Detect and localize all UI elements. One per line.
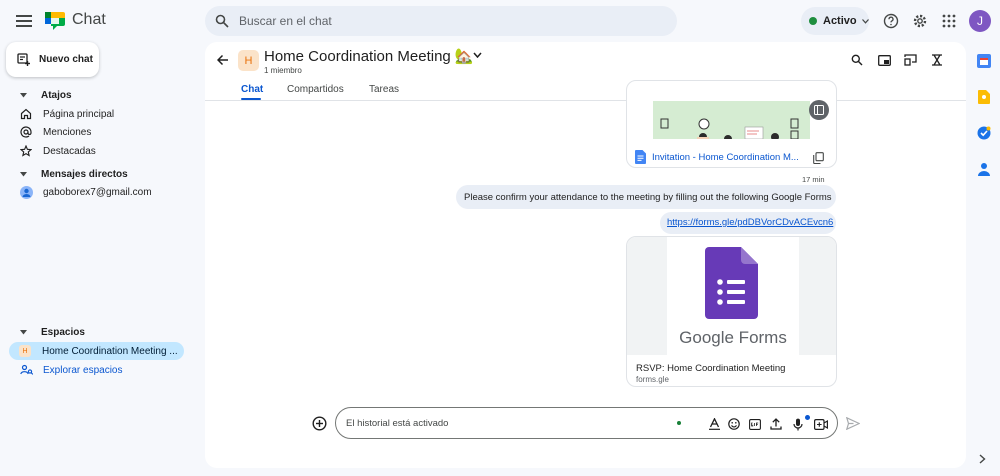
spaces-title: Espacios [41, 327, 85, 338]
present-screen-icon[interactable] [903, 53, 917, 67]
new-chat-icon [17, 53, 30, 66]
room-initial: H [244, 54, 253, 67]
notification-dot [805, 415, 810, 420]
document-menu-icon[interactable] [809, 100, 829, 120]
sidebar-item-label: Destacadas [43, 145, 96, 157]
document-title[interactable]: Invitation - Home Coordination M... [652, 152, 799, 163]
side-panel-expand-chevron-icon[interactable] [979, 454, 986, 464]
app-title: Chat [72, 11, 106, 28]
account-avatar[interactable]: J [969, 10, 991, 32]
status-dot [809, 17, 817, 25]
space-avatar: H [19, 345, 31, 357]
composer-input[interactable]: El historial está activado [346, 418, 448, 429]
preview-domain: forms.gle [636, 375, 669, 384]
threads-icon[interactable] [930, 53, 944, 67]
status-selector[interactable]: Activo [801, 7, 869, 35]
document-thumbnail [653, 101, 810, 139]
message-bubble: Please confirm your attendance to the me… [456, 185, 836, 209]
side-panel-keep-icon[interactable] [978, 90, 990, 104]
sidebar-item-label: Menciones [43, 126, 92, 138]
tab-shared[interactable]: Compartidos [287, 84, 344, 95]
at-sign-icon [19, 126, 33, 138]
caret-down-icon [20, 172, 27, 177]
room-avatar: H [238, 50, 259, 71]
message-link[interactable]: https://forms.gle/pdDBVorCDvACEvcn6 [667, 217, 833, 228]
search-input[interactable]: Buscar en el chat [239, 14, 332, 28]
spaces-section-toggle[interactable]: Espacios [20, 327, 85, 338]
star-icon [19, 145, 33, 157]
copy-icon[interactable] [813, 152, 824, 164]
room-member-count[interactable]: 1 miembro [264, 66, 302, 75]
explore-spaces-label: Explorar espacios [43, 364, 123, 376]
direct-messages-title: Mensajes directos [41, 169, 128, 180]
google-forms-icon [705, 247, 758, 319]
side-panel-tasks-icon[interactable] [977, 126, 991, 140]
preview-brand-text: Google Forms [679, 328, 787, 347]
message-text: Please confirm your attendance to the me… [464, 192, 832, 203]
tab-chat[interactable]: Chat [241, 84, 263, 95]
space-initial: H [22, 347, 28, 355]
tab-tasks[interactable]: Tareas [369, 84, 399, 95]
room-menu-chevron-icon[interactable] [473, 52, 482, 58]
sidebar-item-mentions[interactable]: Menciones [19, 126, 91, 138]
chevron-down-icon [861, 18, 869, 24]
sidebar-item-home[interactable]: Página principal [19, 108, 114, 120]
message-timestamp: 17 min [802, 175, 825, 184]
search-in-chat-icon[interactable] [850, 53, 864, 67]
message-composer[interactable]: El historial está activado [335, 407, 838, 439]
link-preview-card[interactable]: Google Forms RSVP: Home Coordination Mee… [626, 236, 837, 387]
settings-icon[interactable] [911, 12, 929, 30]
explore-spaces-link[interactable]: Explorar espacios [19, 364, 122, 376]
open-in-popup-icon[interactable] [877, 53, 891, 67]
search-icon[interactable] [215, 14, 229, 28]
room-title[interactable]: Home Coordination Meeting 🏡 [264, 47, 474, 65]
top-bar: Chat Buscar en el chat Activo J [0, 0, 1000, 42]
sidebar-item-starred[interactable]: Destacadas [19, 145, 96, 157]
gif-icon[interactable] [748, 417, 762, 431]
main-menu-icon[interactable] [14, 12, 34, 30]
sidebar-item-label: Página principal [43, 108, 115, 120]
text-format-icon[interactable] [707, 417, 721, 431]
direct-messages-section-toggle[interactable]: Mensajes directos [20, 169, 128, 180]
help-icon[interactable] [882, 12, 900, 30]
shortcuts-title: Atajos [41, 90, 72, 101]
composer-status-dot [677, 421, 681, 425]
user-avatar-icon [19, 186, 33, 199]
preview-title[interactable]: RSVP: Home Coordination Meeting [636, 363, 785, 374]
add-attachment-icon[interactable] [311, 415, 327, 431]
upload-file-icon[interactable] [769, 417, 783, 431]
document-attachment-card[interactable]: Invitation - Home Coordination M... [626, 80, 837, 168]
side-panel-contacts-icon[interactable] [978, 162, 990, 176]
caret-down-icon [20, 93, 27, 98]
back-arrow-icon[interactable] [215, 52, 231, 68]
home-icon [19, 108, 33, 120]
sidebar-item-label: Home Coordination Meeting ... [42, 345, 178, 357]
link-bubble: https://forms.gle/pdDBVorCDvACEvcn6 [660, 212, 836, 234]
emoji-icon[interactable] [727, 417, 741, 431]
apps-grid-icon[interactable] [940, 12, 958, 30]
chat-panel: H Home Coordination Meeting 🏡 1 miembro … [205, 42, 966, 468]
send-icon[interactable] [845, 415, 861, 431]
tabs-divider [205, 100, 966, 101]
chat-logo-icon[interactable] [44, 10, 66, 32]
new-chat-button[interactable]: Nuevo chat [6, 42, 99, 77]
microphone-icon[interactable] [791, 417, 805, 431]
caret-down-icon [20, 330, 27, 335]
status-label: Activo [823, 15, 857, 27]
account-initial: J [977, 14, 983, 28]
sidebar-item-space[interactable]: H Home Coordination Meeting ... [9, 342, 184, 360]
video-meeting-icon[interactable] [813, 417, 829, 431]
side-panel-calendar-icon[interactable] [977, 54, 991, 68]
new-chat-label: Nuevo chat [39, 54, 93, 65]
sidebar-item-dm[interactable]: gaboborex7@gmail.com [19, 186, 152, 199]
shortcuts-section-toggle[interactable]: Atajos [20, 90, 72, 101]
sidebar-item-label: gaboborex7@gmail.com [43, 187, 152, 198]
google-docs-icon [635, 150, 646, 164]
explore-spaces-icon [19, 364, 33, 376]
search-bar[interactable]: Buscar en el chat [205, 6, 677, 36]
